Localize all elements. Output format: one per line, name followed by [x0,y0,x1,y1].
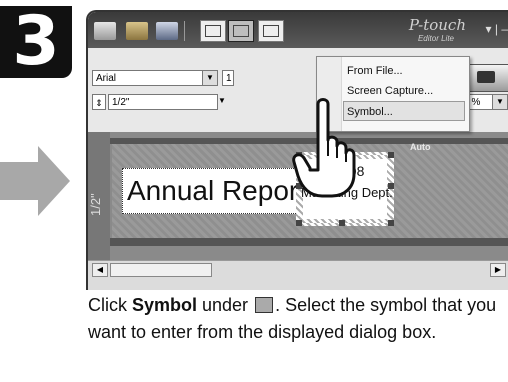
image-icon [255,297,274,313]
toolbar-divider [184,21,185,41]
title-text-object[interactable]: Annual Report [122,168,310,214]
open-folder-icon[interactable] [126,22,148,40]
ruler-label: 1/2" [88,193,103,216]
new-icon[interactable] [94,22,116,40]
tape-length-icon: ⇕ [92,94,106,110]
printer-icon [477,71,495,83]
instruction-part: Click [88,295,132,315]
title-text: Annual Report [127,175,307,206]
auto-length-label: Auto [410,142,431,152]
instruction-bold: Symbol [132,295,198,315]
menu-item-from-file[interactable]: From File... [347,65,403,77]
instruction-text: Click Symbol under . Select the symbol t… [88,292,508,346]
app-logo-sub: Editor Lite [417,34,454,43]
font-select[interactable]: Arial ▼ [92,70,218,86]
step-number-badge: 3 [0,6,72,78]
size-select[interactable]: 1 [222,70,234,86]
chevron-down-icon[interactable]: ▼ [218,96,228,108]
scroll-thumb[interactable] [110,263,212,277]
resize-handle[interactable] [388,152,394,158]
save-icon[interactable] [156,22,178,40]
resize-handle[interactable] [388,220,394,226]
tape-ruler: 1/2" [88,132,110,260]
instruction-part: under [197,295,254,315]
tape-edge-bottom [110,238,508,246]
chevron-down-icon[interactable]: ▼ [492,95,507,109]
scroll-right-icon[interactable]: ▶ [490,263,506,277]
pointing-hand-icon [292,98,356,198]
title-bar: P-touch Editor Lite ▾ | – [88,12,508,48]
scroll-left-icon[interactable]: ◀ [92,263,108,277]
app-logo: P-touch [408,16,466,34]
chevron-down-icon[interactable]: ▼ [202,71,217,85]
insert-frame-button[interactable] [258,20,284,42]
resize-handle[interactable] [339,220,345,226]
horizontal-scrollbar[interactable]: ◀ ▶ [88,260,508,277]
tape-length-value: 1/2" [112,97,130,108]
resize-handle[interactable] [388,183,394,189]
font-value: Arial [96,73,117,84]
resize-handle[interactable] [296,220,302,226]
insert-image-button[interactable] [228,20,254,42]
insert-text-button[interactable] [200,20,226,42]
window-menu-icon[interactable]: ▾ | – [486,22,508,36]
size-value: 1 [226,73,232,84]
tape-length-select[interactable]: 1/2" [108,94,218,110]
menu-item-screen-capture[interactable]: Screen Capture... [347,85,433,97]
